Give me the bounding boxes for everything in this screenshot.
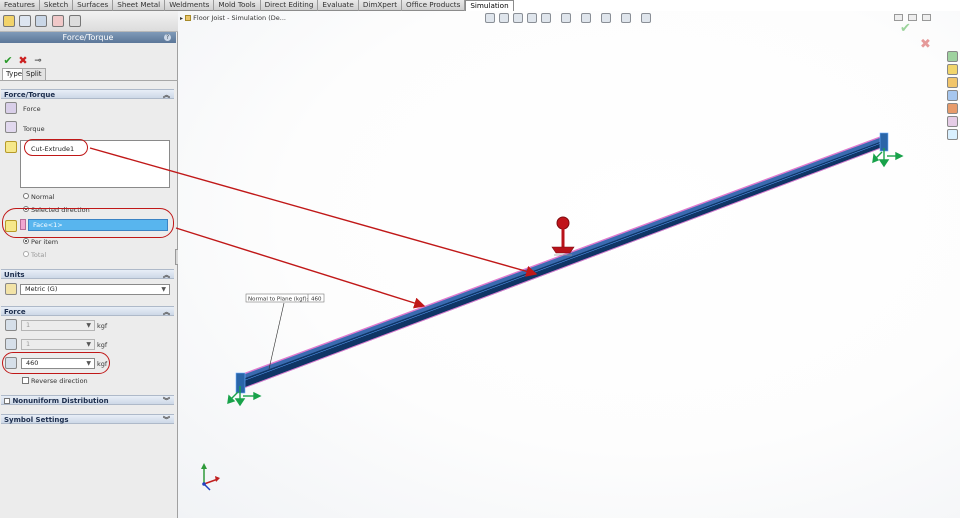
annotation-oval-direction: [2, 208, 174, 238]
reverse-direction-label: Reverse direction: [31, 377, 88, 385]
tab-split[interactable]: Split: [22, 68, 46, 80]
tab-mold-tools[interactable]: Mold Tools: [214, 0, 261, 11]
pm-tabs: Type Split: [0, 67, 178, 81]
tab-evaluate[interactable]: Evaluate: [318, 0, 359, 11]
total-label: Total: [31, 251, 47, 259]
dimxpert-manager-icon[interactable]: [52, 15, 64, 27]
property-manager-icon[interactable]: [19, 15, 31, 27]
reverse-direction-checkbox[interactable]: [22, 377, 29, 384]
group-force[interactable]: Force ︽: [1, 306, 174, 316]
model-scene: Normal to Plane (kgf): 460: [201, 132, 904, 491]
torque-option-label: Torque: [23, 125, 45, 133]
group-force-label: Force: [4, 308, 26, 316]
per-item-label: Per item: [31, 238, 59, 246]
force-arrow-icon: [551, 216, 575, 256]
units-value: Metric (G): [25, 285, 58, 293]
force-x-input[interactable]: 1 ▼: [21, 320, 95, 331]
annotation-oval-force: [2, 352, 110, 374]
callout-label: Normal to Plane (kgf):: [248, 297, 309, 303]
chevron-down-icon: ▼: [86, 322, 91, 329]
configuration-manager-icon[interactable]: [35, 15, 47, 27]
faces-selection-icon: [5, 141, 17, 153]
units-icon: [5, 283, 17, 295]
normal-radio[interactable]: [23, 193, 29, 199]
force-x-value: 1: [26, 321, 31, 329]
tab-direct-editing[interactable]: Direct Editing: [261, 0, 319, 11]
units-dropdown[interactable]: Metric (G) ▼: [20, 284, 170, 295]
group-symbol-settings[interactable]: Symbol Settings ︾: [1, 414, 174, 424]
tab-features[interactable]: Features: [0, 0, 40, 11]
group-units-label: Units: [4, 271, 25, 279]
force-y-input[interactable]: 1 ▼: [21, 339, 95, 350]
force-icon[interactable]: [5, 102, 17, 114]
tab-office-products[interactable]: Office Products: [402, 0, 466, 11]
collapse-chevron-icon[interactable]: ︽: [163, 307, 170, 317]
feature-manager-tabs: [0, 11, 178, 32]
tab-simulation[interactable]: Simulation: [465, 0, 514, 11]
cancel-x-icon[interactable]: ✖: [17, 55, 29, 67]
nonuniform-checkbox[interactable]: [4, 398, 10, 404]
help-icon[interactable]: ?: [164, 34, 171, 41]
force-option-label: Force: [23, 105, 41, 113]
force-x-icon: [5, 319, 17, 331]
expand-chevron-icon[interactable]: ︾: [163, 415, 170, 425]
group-units[interactable]: Units ︽: [1, 269, 174, 279]
collapse-chevron-icon[interactable]: ︽: [163, 90, 170, 100]
force-y-value: 1: [26, 340, 31, 348]
force-y-icon: [5, 338, 17, 350]
expand-chevron-icon[interactable]: ︾: [163, 396, 170, 406]
group-nonuniform-label: Nonuniform Distribution: [12, 397, 109, 405]
force-x-unit: kgf: [97, 322, 108, 330]
group-force-torque[interactable]: Force/Torque ︽: [1, 89, 174, 99]
torque-icon[interactable]: [5, 121, 17, 133]
callout-value[interactable]: 460: [311, 297, 322, 303]
property-manager-title: Force/Torque: [0, 32, 176, 43]
chevron-down-icon: ▼: [86, 341, 91, 348]
per-item-radio[interactable]: [23, 238, 29, 244]
graphics-area[interactable]: ▸ Floor Joist - Simulation (De... ✔ ✖ No…: [178, 11, 960, 518]
normal-radio-label: Normal: [31, 193, 55, 201]
coordinate-triad-icon: [201, 463, 220, 491]
annotation-oval-faces: [24, 139, 88, 156]
feature-tree-icon[interactable]: [3, 15, 15, 27]
tab-dimxpert[interactable]: DimXpert: [359, 0, 403, 11]
display-manager-icon[interactable]: [69, 15, 81, 27]
tab-weldments[interactable]: Weldments: [165, 0, 215, 11]
tab-sketch[interactable]: Sketch: [40, 0, 74, 11]
floor-joist-beam[interactable]: [235, 132, 889, 394]
force-y-unit: kgf: [97, 341, 108, 349]
tab-sheet-metal[interactable]: Sheet Metal: [113, 0, 166, 11]
property-manager-pane: Force/Torque ? ✔ ✖ ⊸ Type Split Force/To…: [0, 11, 179, 518]
chevron-down-icon: ▼: [161, 286, 166, 293]
command-manager-tabs: Features Sketch Surfaces Sheet Metal Wel…: [0, 0, 514, 11]
pushpin-icon[interactable]: ⊸: [32, 55, 44, 67]
group-symbol-settings-label: Symbol Settings: [4, 416, 69, 424]
group-force-torque-label: Force/Torque: [4, 91, 56, 99]
group-nonuniform-distribution[interactable]: Nonuniform Distribution ︾: [1, 395, 174, 405]
tab-surfaces[interactable]: Surfaces: [73, 0, 114, 11]
ok-check-icon[interactable]: ✔: [2, 55, 14, 67]
total-radio[interactable]: [23, 251, 29, 257]
collapse-chevron-icon[interactable]: ︽: [163, 270, 170, 280]
